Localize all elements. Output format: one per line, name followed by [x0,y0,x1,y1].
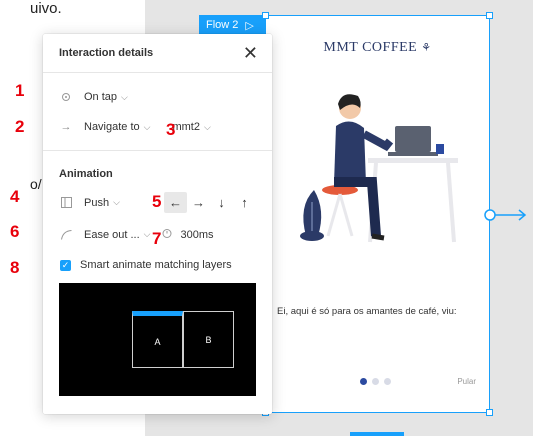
easing-curve-icon [56,229,76,240]
chevron-down-icon: ⌵ [113,197,120,207]
direction-down-button[interactable]: ↓ [210,192,233,213]
direction-right-button[interactable]: → [187,192,210,213]
direction-up-button[interactable]: ↑ [233,192,256,213]
animation-preview: A B [59,283,256,396]
resize-handle-bottom-right[interactable] [486,409,493,416]
annotation-number: 5 [152,192,162,211]
annotation-number: 4 [10,187,20,206]
preview-frame-b: B [183,311,234,368]
smart-animate-label: Smart animate matching layers [80,259,232,271]
trigger-select[interactable]: On tap ⌵ [43,86,272,108]
close-icon[interactable]: ✕ [243,44,258,62]
timer-icon [162,228,172,241]
panel-header: Interaction details ✕ [43,34,272,73]
smart-animate-option[interactable]: ✓ Smart animate matching layers [43,256,272,274]
tap-icon [56,92,76,102]
person-at-desk-illustration [300,94,458,243]
onboarding-caption: Ei, aqui é só para os amantes de café, v… [277,306,457,317]
arrow-right-icon: → [60,121,72,133]
frame-scroll-indicator [350,432,404,436]
destination-select[interactable]: mmt2 [172,121,200,133]
chevron-down-icon: ⌵ [203,121,211,132]
annotation-number: 7 [152,229,162,248]
annotation-number: 6 [10,222,20,241]
smart-animate-checkbox[interactable]: ✓ [60,259,71,271]
connection-node-icon[interactable] [484,208,530,222]
chevron-down-icon: ⌵ [143,229,151,239]
page-dot-active[interactable] [360,378,367,385]
easing-select[interactable]: Ease out ... [84,229,140,241]
play-icon[interactable]: ▷ [245,19,253,32]
transition-label: Push [84,196,110,209]
trigger-label: On tap [84,91,118,103]
annotation-number: 1 [15,81,25,100]
resize-handle-top-right[interactable] [486,12,493,19]
direction-left-button[interactable]: ← [164,192,187,213]
flow-label: Flow 2 [206,19,239,31]
brand-title: MMT COFFEE ⚘ [323,40,432,55]
page-indicator [360,378,391,385]
action-row: → Navigate to ⌵ mmt2 ⌵ [43,116,272,138]
chevron-down-icon: ⌵ [143,121,151,132]
document-text-top: uivo. [30,0,62,17]
skip-link[interactable]: Pular [457,377,476,386]
annotation-number: 2 [15,117,25,136]
direction-buttons: ← → ↓ ↑ [164,192,256,213]
duration-input[interactable]: 300ms [180,229,213,241]
resize-handle-top-left[interactable] [262,12,269,19]
divider [43,150,272,151]
annotation-number: 8 [10,258,20,277]
page-dot[interactable] [384,378,391,385]
preview-frame-a: A [132,311,183,368]
chevron-down-icon: ⌵ [121,91,128,102]
page-dot[interactable] [372,378,379,385]
flow-start-tag[interactable]: Flow 2 ▷ [199,15,267,35]
panel-title: Interaction details [59,47,154,59]
interaction-details-panel: Interaction details ✕ On tap ⌵ → Navigat… [43,34,272,414]
annotation-number: 3 [166,120,176,139]
coffee-beans-icon: ⚘ [421,42,432,54]
action-select[interactable]: Navigate to [84,121,140,133]
document-text-mid: o/ [30,176,42,192]
prototype-frame[interactable]: MMT COFFEE ⚘ Ei, aqui é só para os amant… [265,15,490,413]
push-transition-icon [56,197,76,208]
animation-section-title: Animation [59,168,113,180]
